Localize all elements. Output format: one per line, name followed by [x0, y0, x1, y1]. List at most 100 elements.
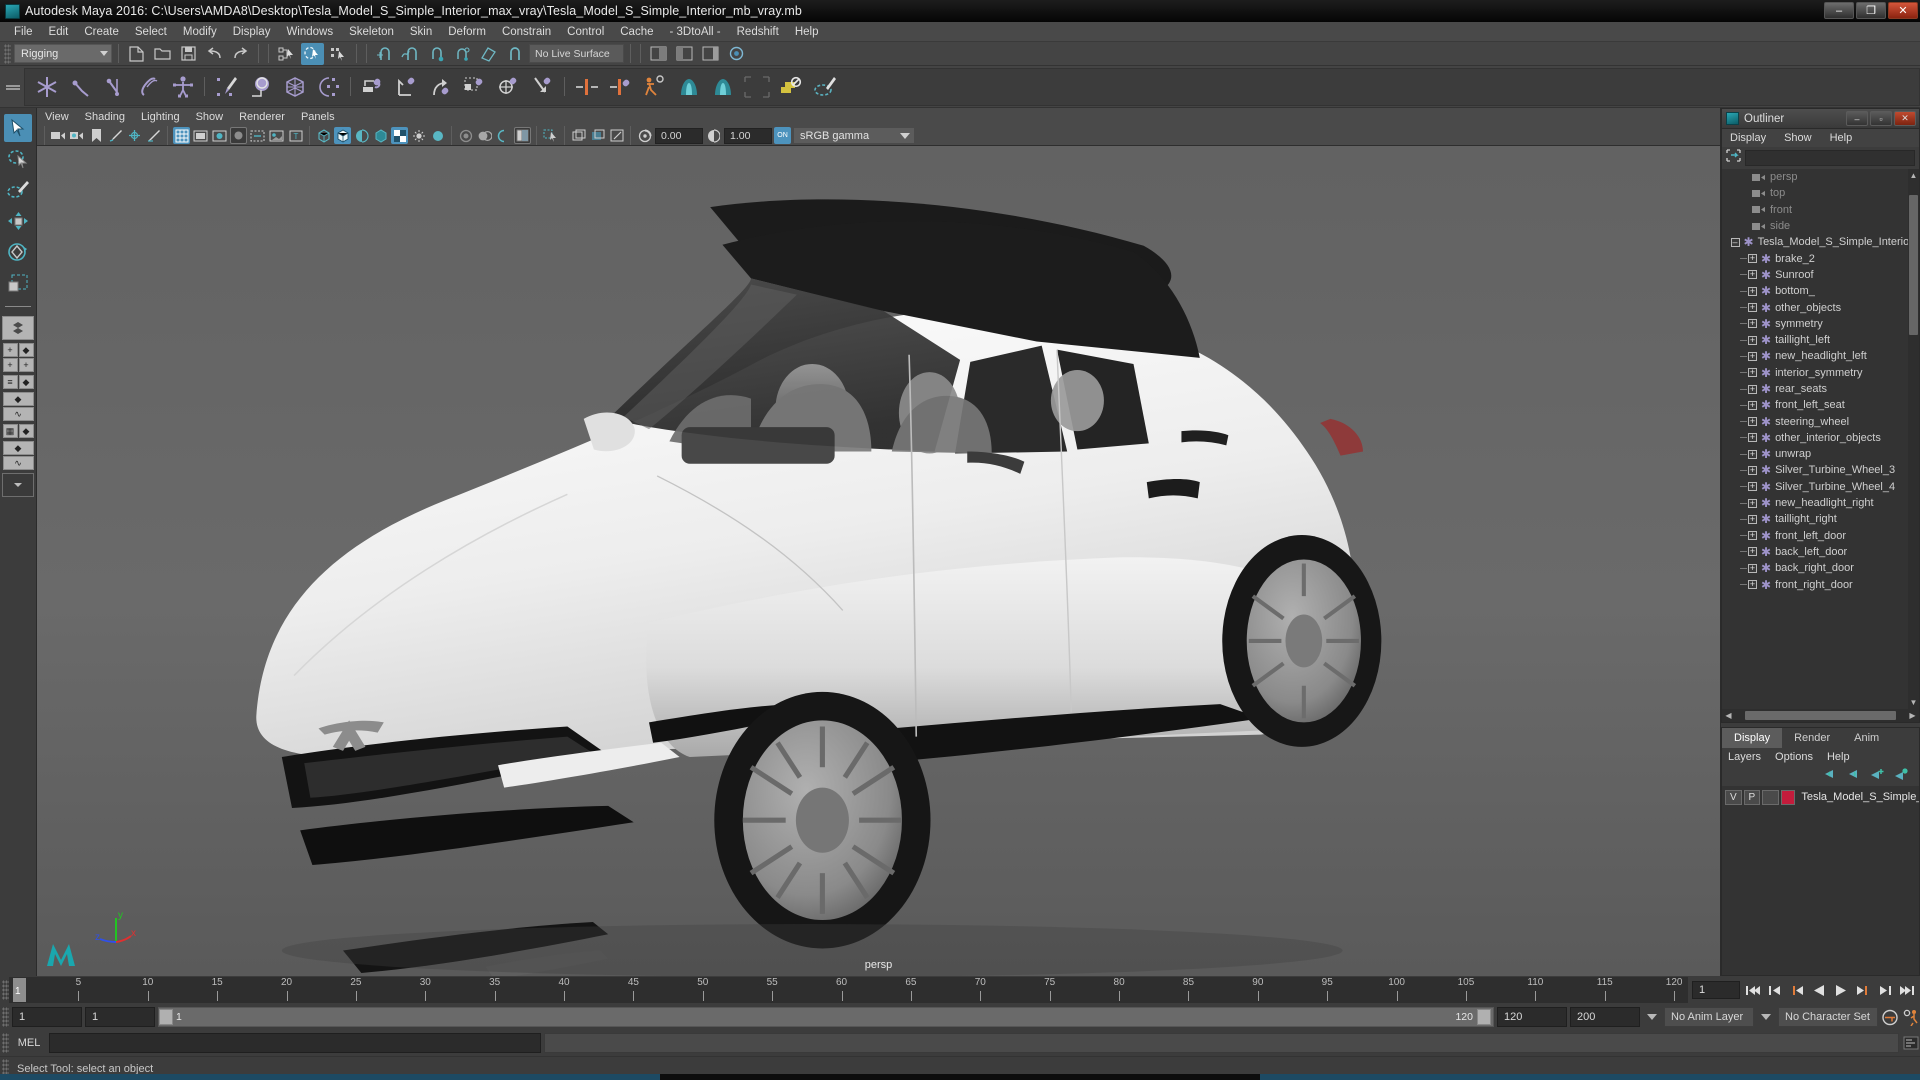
hik-character-icon[interactable]	[639, 71, 670, 102]
command-input-field[interactable]	[49, 1033, 541, 1053]
paint-skin-weights-icon[interactable]	[211, 71, 242, 102]
layout-graph-pane-2[interactable]: ∿	[2, 456, 34, 470]
layout-persp-pane[interactable]: ◆	[18, 375, 34, 389]
range-start-field[interactable]: 1	[12, 1007, 82, 1027]
scroll-left-arrow-icon[interactable]: ◀	[1723, 711, 1734, 720]
expand-expander-icon[interactable]: +	[1748, 286, 1757, 296]
lattice-deformer-icon[interactable]	[279, 71, 310, 102]
menu-help[interactable]: Help	[787, 22, 827, 42]
view-transform-selector[interactable]: sRGB gamma	[793, 127, 915, 144]
texture-display-icon[interactable]	[391, 127, 408, 144]
tab-display[interactable]: Display	[1722, 728, 1783, 748]
expand-expander-icon[interactable]: +	[1748, 400, 1757, 410]
vp-menu-view[interactable]: View	[45, 111, 69, 123]
new-scene-icon[interactable]	[125, 43, 148, 65]
character-set-dropdown-arrow-icon[interactable]	[1761, 1014, 1771, 1020]
go-to-start-icon[interactable]	[1744, 981, 1762, 999]
wireframe-shading-icon[interactable]	[315, 127, 332, 144]
go-to-end-icon[interactable]	[1898, 981, 1916, 999]
script-editor-icon[interactable]	[1902, 1034, 1920, 1052]
layout-pane-bl[interactable]: +	[2, 358, 18, 372]
command-output-field[interactable]	[544, 1033, 1899, 1053]
vp-menu-shading[interactable]: Shading	[85, 111, 125, 123]
outliner-node-row[interactable]: + ✱ other_objects	[1722, 299, 1919, 315]
view-layout-persp-graph-icon[interactable]: ◆ ∿	[2, 392, 34, 421]
exposure-value-field[interactable]: 0.00	[655, 127, 703, 144]
expand-expander-icon[interactable]: +	[1748, 433, 1757, 443]
undo-icon[interactable]	[203, 43, 226, 65]
vp-menu-panels[interactable]: Panels	[301, 111, 335, 123]
select-camera-icon[interactable]	[50, 127, 67, 144]
command-language-label[interactable]: MEL	[12, 1037, 46, 1049]
disable-deformer-icon[interactable]	[775, 71, 806, 102]
tab-render[interactable]: Render	[1782, 728, 1842, 748]
exposure-control-icon[interactable]	[636, 127, 653, 144]
camera-attributes-icon[interactable]	[69, 127, 86, 144]
menu-display[interactable]: Display	[225, 22, 279, 42]
gamma-control-icon[interactable]	[705, 127, 722, 144]
expand-expander-icon[interactable]: +	[1748, 368, 1757, 378]
scroll-down-arrow-icon[interactable]: ▼	[1908, 698, 1919, 707]
menu-edit[interactable]: Edit	[41, 22, 77, 42]
expand-expander-icon[interactable]: +	[1748, 547, 1757, 557]
expand-expander-icon[interactable]: +	[1748, 531, 1757, 541]
outliner-filter-icon[interactable]	[1726, 148, 1741, 168]
outliner-camera-row[interactable]: top	[1722, 185, 1919, 201]
expand-expander-icon[interactable]: +	[1748, 563, 1757, 573]
view-layout-four-panes-icon[interactable]: + ◆ + +	[2, 343, 34, 372]
outliner-node-row[interactable]: + ✱ new_headlight_right	[1722, 495, 1919, 511]
menu-file[interactable]: File	[6, 22, 41, 42]
command-line-gripper[interactable]	[2, 1033, 9, 1053]
bookmark-icon[interactable]	[88, 127, 105, 144]
show-channel-box-icon[interactable]	[699, 43, 722, 65]
save-scene-icon[interactable]	[177, 43, 200, 65]
expand-expander-icon[interactable]: +	[1748, 270, 1757, 280]
outliner-node-row[interactable]: + ✱ other_interior_objects	[1722, 430, 1919, 446]
close-button[interactable]: ✕	[1888, 2, 1918, 19]
outliner-menu-display[interactable]: Display	[1730, 132, 1766, 144]
outliner-node-row[interactable]: + ✱ back_left_door	[1722, 544, 1919, 560]
move-tool-icon[interactable]	[4, 207, 32, 235]
pole-vector-constraint-icon[interactable]	[527, 71, 558, 102]
playblast-icon[interactable]	[725, 43, 748, 65]
layout-graph-bottom[interactable]: ∿	[2, 407, 34, 421]
scroll-right-arrow-icon[interactable]: ▶	[1907, 711, 1918, 720]
redo-icon[interactable]	[229, 43, 252, 65]
snap-to-curve-icon[interactable]	[399, 43, 422, 65]
outliner-node-row[interactable]: + ✱ steering_wheel	[1722, 413, 1919, 429]
muscle-system-icon[interactable]	[673, 71, 704, 102]
resolution-gate-icon[interactable]	[211, 127, 228, 144]
make-live-icon[interactable]	[503, 43, 526, 65]
snap-to-projected-center-icon[interactable]	[451, 43, 474, 65]
open-scene-icon[interactable]	[151, 43, 174, 65]
outliner-camera-row[interactable]: side	[1722, 218, 1919, 234]
grease-pencil-icon[interactable]	[145, 127, 162, 144]
mirror-joint-icon[interactable]	[571, 71, 602, 102]
expand-expander-icon[interactable]: +	[1748, 498, 1757, 508]
collapse-expander-icon[interactable]: –	[1730, 237, 1740, 247]
new-layer-from-selected-icon[interactable]	[1893, 767, 1909, 785]
use-all-lights-icon[interactable]	[410, 127, 427, 144]
outliner-root-row[interactable]: – ✱ Tesla_Model_S_Simple_Interior_	[1722, 234, 1919, 250]
create-ik-spline-handle-icon[interactable]	[99, 71, 130, 102]
menu-select[interactable]: Select	[127, 22, 175, 42]
muscle-deformer-icon[interactable]	[707, 71, 738, 102]
expand-expander-icon[interactable]: +	[1748, 482, 1757, 492]
anim-layer-dropdown-arrow-icon[interactable]	[1647, 1014, 1657, 1020]
layout-persp-top[interactable]: ◆	[2, 392, 34, 406]
select-by-hierarchy-icon[interactable]	[275, 43, 298, 65]
snap-to-point-icon[interactable]	[425, 43, 448, 65]
outliner-node-row[interactable]: + ✱ taillight_left	[1722, 332, 1919, 348]
expand-expander-icon[interactable]: +	[1748, 465, 1757, 475]
time-slider[interactable]: 1 5 10 15 20 25 30 35 40 45 50 55 60 65 70 75 80 85 90 95 1…	[9, 977, 1688, 1003]
vp-menu-lighting[interactable]: Lighting	[141, 111, 180, 123]
menu-constrain[interactable]: Constrain	[494, 22, 559, 42]
layout-outliner-pane[interactable]: ≡	[2, 375, 18, 389]
paint-selection-tool-icon[interactable]	[4, 176, 32, 204]
insert-joint-icon[interactable]	[133, 71, 164, 102]
layout-persp-pane-3[interactable]: ◆	[2, 441, 34, 455]
lasso-select-tool-icon[interactable]	[4, 145, 32, 173]
menu-cache[interactable]: Cache	[612, 22, 661, 42]
outliner-node-row[interactable]: + ✱ taillight_right	[1722, 511, 1919, 527]
vp-menu-show[interactable]: Show	[196, 111, 224, 123]
